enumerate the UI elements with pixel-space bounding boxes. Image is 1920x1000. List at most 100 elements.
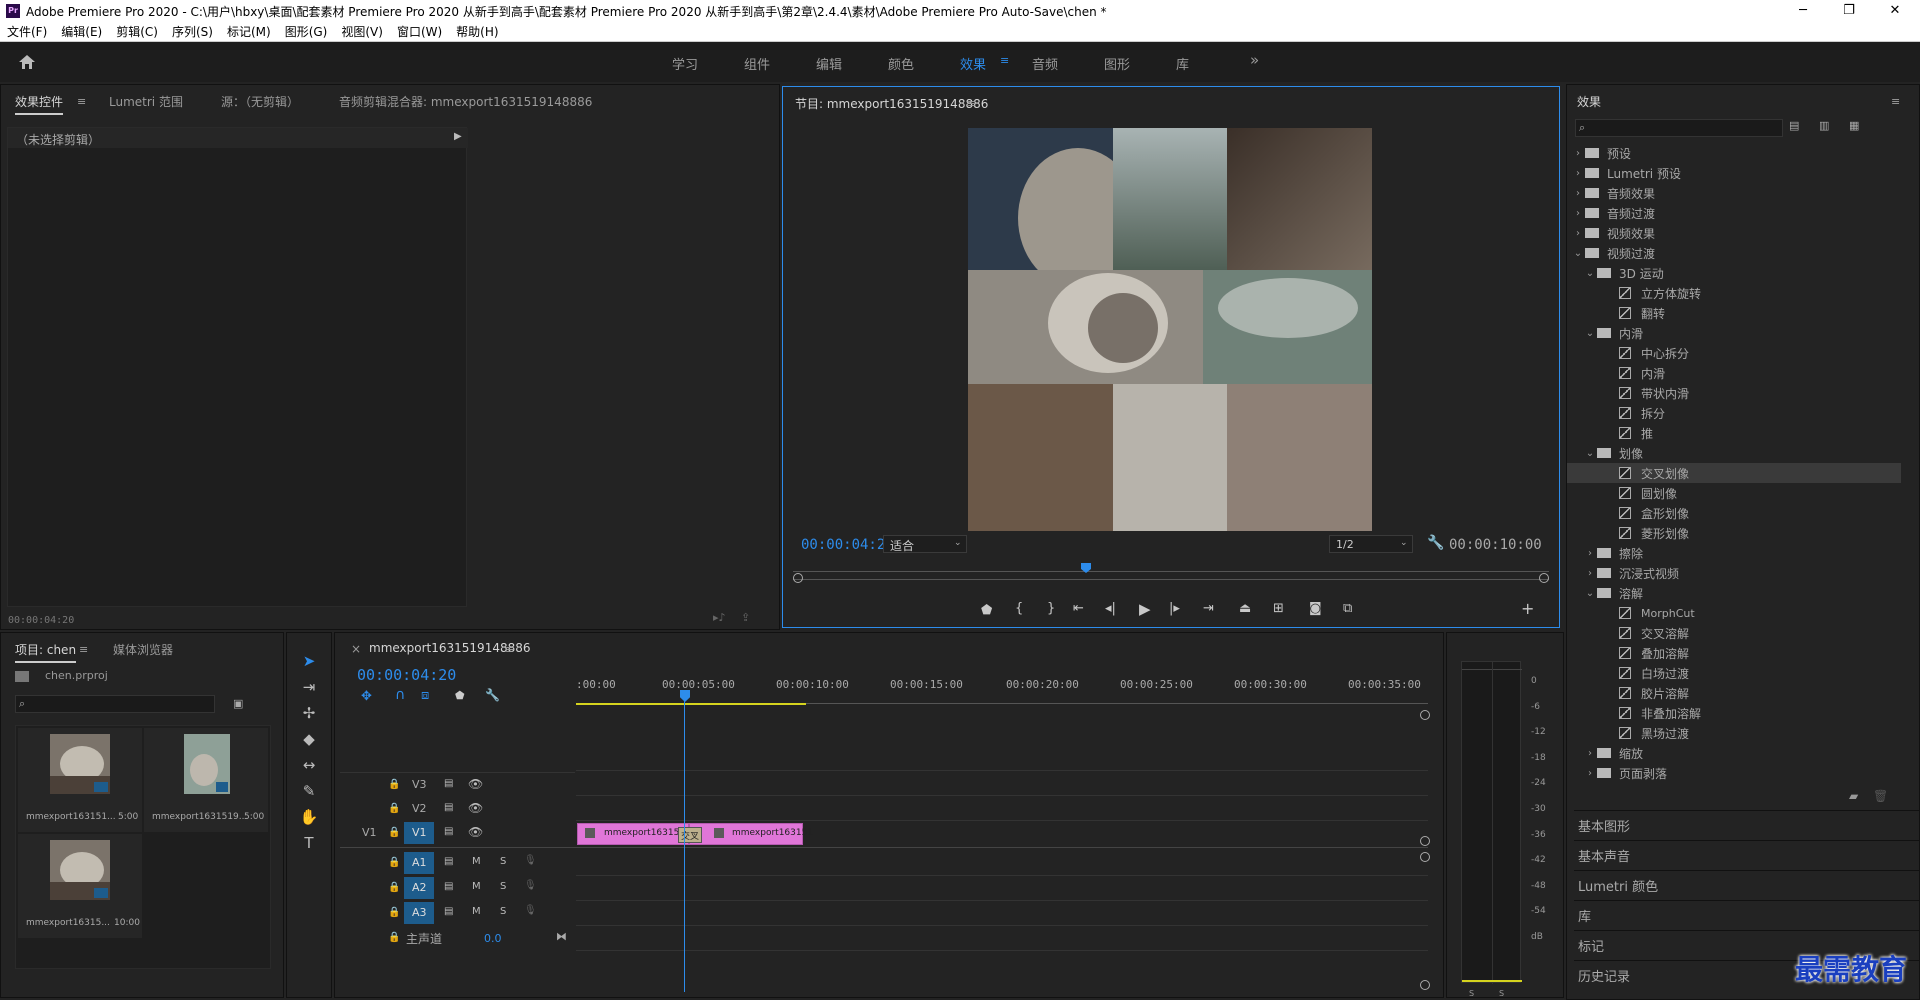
menu-edit[interactable]: 编辑(E) xyxy=(54,23,109,40)
effects-folder[interactable]: ⌄ 划像 xyxy=(1567,443,1901,463)
solo-left-button[interactable]: S xyxy=(1469,989,1474,998)
sync-lock-icon[interactable]: ▤ xyxy=(444,906,453,917)
lock-icon[interactable]: 🔒 xyxy=(388,907,400,918)
chevron-down-icon[interactable]: ⌄ xyxy=(1583,268,1597,279)
track-label[interactable]: A1 xyxy=(412,856,427,869)
transition-cross-iris[interactable]: 交叉 xyxy=(678,827,702,843)
wrench-icon[interactable]: 🔧 xyxy=(1427,535,1444,551)
menu-help[interactable]: 帮助(H) xyxy=(449,23,505,40)
lock-icon[interactable]: 🔒 xyxy=(388,932,400,943)
ripple-edit-tool-icon[interactable]: ✢ xyxy=(297,701,321,725)
menu-view[interactable]: 视图(V) xyxy=(334,23,390,40)
chevron-right-icon[interactable]: › xyxy=(1571,148,1585,159)
workspace-graphics[interactable]: 图形 xyxy=(1104,54,1130,73)
effects-folder[interactable]: ⌄ 视频过渡 xyxy=(1567,243,1901,263)
yuv-effects-icon[interactable]: ▦ xyxy=(1849,119,1859,132)
home-icon[interactable] xyxy=(18,54,36,70)
effects-item[interactable]: 带状内滑 xyxy=(1567,383,1901,403)
scroll-handle[interactable] xyxy=(1420,980,1430,990)
tab-project[interactable]: 项目: chen xyxy=(15,641,77,663)
timeline-clip[interactable]: mmexport163151 xyxy=(689,823,813,845)
effects-item[interactable]: 盒形划像 xyxy=(1567,503,1901,523)
effects-item[interactable]: 菱形划像 xyxy=(1567,523,1901,543)
chevron-down-icon[interactable]: ⌄ xyxy=(1583,328,1597,339)
delete-icon[interactable]: 🗑 xyxy=(1873,789,1888,803)
go-to-end-icon[interactable]: ⧓ xyxy=(556,930,567,943)
effects-item[interactable]: 拆分 xyxy=(1567,403,1901,423)
effects-item[interactable]: 圆划像 xyxy=(1567,483,1901,503)
eye-icon[interactable]: 👁 xyxy=(468,801,483,815)
eye-icon[interactable]: 👁 xyxy=(468,825,483,839)
go-to-out-icon[interactable]: ⇥ xyxy=(1203,601,1214,616)
effects-item[interactable]: MorphCut xyxy=(1567,603,1901,623)
scroll-handle[interactable] xyxy=(1420,710,1430,720)
new-bin-icon[interactable]: ▰ xyxy=(1849,789,1858,803)
tab-media-browser[interactable]: 媒体浏览器 xyxy=(113,641,173,658)
track-label[interactable]: A2 xyxy=(412,881,427,894)
extract-icon[interactable]: ⊞ xyxy=(1273,601,1284,616)
effects-folder[interactable]: › 视频效果 xyxy=(1567,223,1901,243)
workspace-effects[interactable]: 效果 xyxy=(960,54,986,73)
effects-item[interactable]: 交叉划像 xyxy=(1567,463,1901,483)
program-timecode[interactable]: 00:00:04:20 xyxy=(801,537,894,553)
tab-source[interactable]: 源：（无剪辑） xyxy=(221,93,299,110)
track-label[interactable]: V1 xyxy=(412,826,427,839)
timeline-wrench-icon[interactable]: 🔧 xyxy=(485,688,500,702)
chevron-right-icon[interactable]: › xyxy=(1583,748,1597,759)
mark-out-icon[interactable]: } xyxy=(1047,601,1055,616)
project-menu-icon[interactable]: ≡ xyxy=(79,643,88,656)
master-volume-value[interactable]: 0.0 xyxy=(484,932,502,945)
effects-folder[interactable]: › Lumetri 预设 xyxy=(1567,163,1901,183)
add-marker-icon[interactable]: ⬟ xyxy=(981,603,992,618)
work-area-bar[interactable] xyxy=(576,703,806,705)
selection-tool-icon[interactable]: ➤ xyxy=(297,649,321,673)
sync-lock-icon[interactable]: ▤ xyxy=(444,881,453,892)
add-button-icon[interactable]: + xyxy=(1521,599,1534,618)
new-search-bin-icon[interactable]: ▣ xyxy=(233,697,243,710)
sync-lock-icon[interactable]: ▤ xyxy=(444,856,453,867)
menu-file[interactable]: 文件(F) xyxy=(0,23,54,40)
effects-item[interactable]: 黑场过渡 xyxy=(1567,723,1901,743)
project-item[interactable]: mmexport163151... 5:00 xyxy=(18,728,142,832)
effects-item[interactable]: 内滑 xyxy=(1567,363,1901,383)
mute-button[interactable]: M xyxy=(472,881,481,892)
tab-lumetri-scopes[interactable]: Lumetri 范围 xyxy=(109,93,183,110)
tab-program[interactable]: 节目: mmexport1631519148886 xyxy=(795,95,988,112)
maximize-button[interactable]: ❐ xyxy=(1826,0,1872,22)
effects-folder[interactable]: › 音频效果 xyxy=(1567,183,1901,203)
microphone-icon[interactable]: 🎙 xyxy=(524,855,537,866)
menu-graphics[interactable]: 图形(G) xyxy=(278,23,335,40)
effects-item[interactable]: 非叠加溶解 xyxy=(1567,703,1901,723)
eye-icon[interactable]: 👁 xyxy=(468,777,483,791)
track-label[interactable]: A3 xyxy=(412,906,427,919)
sync-lock-icon[interactable]: ▤ xyxy=(444,802,453,813)
scroll-handle[interactable] xyxy=(1420,836,1430,846)
effects-folder[interactable]: › 缩放 xyxy=(1567,743,1901,763)
solo-button[interactable]: S xyxy=(500,881,506,892)
sync-lock-icon[interactable]: ▤ xyxy=(444,826,453,837)
effects-search-input[interactable]: ⌕ xyxy=(1575,119,1783,137)
menu-window[interactable]: 窗口(W) xyxy=(390,23,449,40)
linked-selection-icon[interactable]: ⧈ xyxy=(421,688,429,703)
nest-icon[interactable]: ✥ xyxy=(361,689,372,704)
panel-lumetri-color[interactable]: Lumetri 颜色 xyxy=(1574,870,1920,900)
solo-right-button[interactable]: S xyxy=(1499,989,1504,998)
tab-effect-controls[interactable]: 效果控件 xyxy=(15,93,64,115)
chevron-right-icon[interactable]: › xyxy=(1571,208,1585,219)
workspace-editing[interactable]: 编辑 xyxy=(816,54,842,73)
export-icon[interactable]: ⇪ xyxy=(741,611,750,624)
quality-dropdown[interactable]: 1/2 ⌄ xyxy=(1329,535,1413,553)
effects-folder[interactable]: › 沉浸式视频 xyxy=(1567,563,1901,583)
program-scrubber[interactable] xyxy=(793,563,1549,575)
workspace-assembly[interactable]: 组件 xyxy=(744,54,770,73)
fit-dropdown[interactable]: 适合 ⌄ xyxy=(883,535,967,553)
effects-folder[interactable]: ⌄ 3D 运动 xyxy=(1567,263,1901,283)
accelerated-effects-icon[interactable]: ▤ xyxy=(1789,119,1799,132)
more-workspaces-button[interactable]: » xyxy=(1250,51,1259,69)
effects-item[interactable]: 中心拆分 xyxy=(1567,343,1901,363)
effects-item[interactable]: 翻转 xyxy=(1567,303,1901,323)
expand-triangle-icon[interactable]: ▶ xyxy=(454,131,462,142)
panel-menu-icon[interactable]: ≡ xyxy=(77,95,86,108)
program-menu-icon[interactable]: ≡ xyxy=(967,97,976,110)
camera-icon[interactable]: ◙ xyxy=(1309,601,1322,616)
